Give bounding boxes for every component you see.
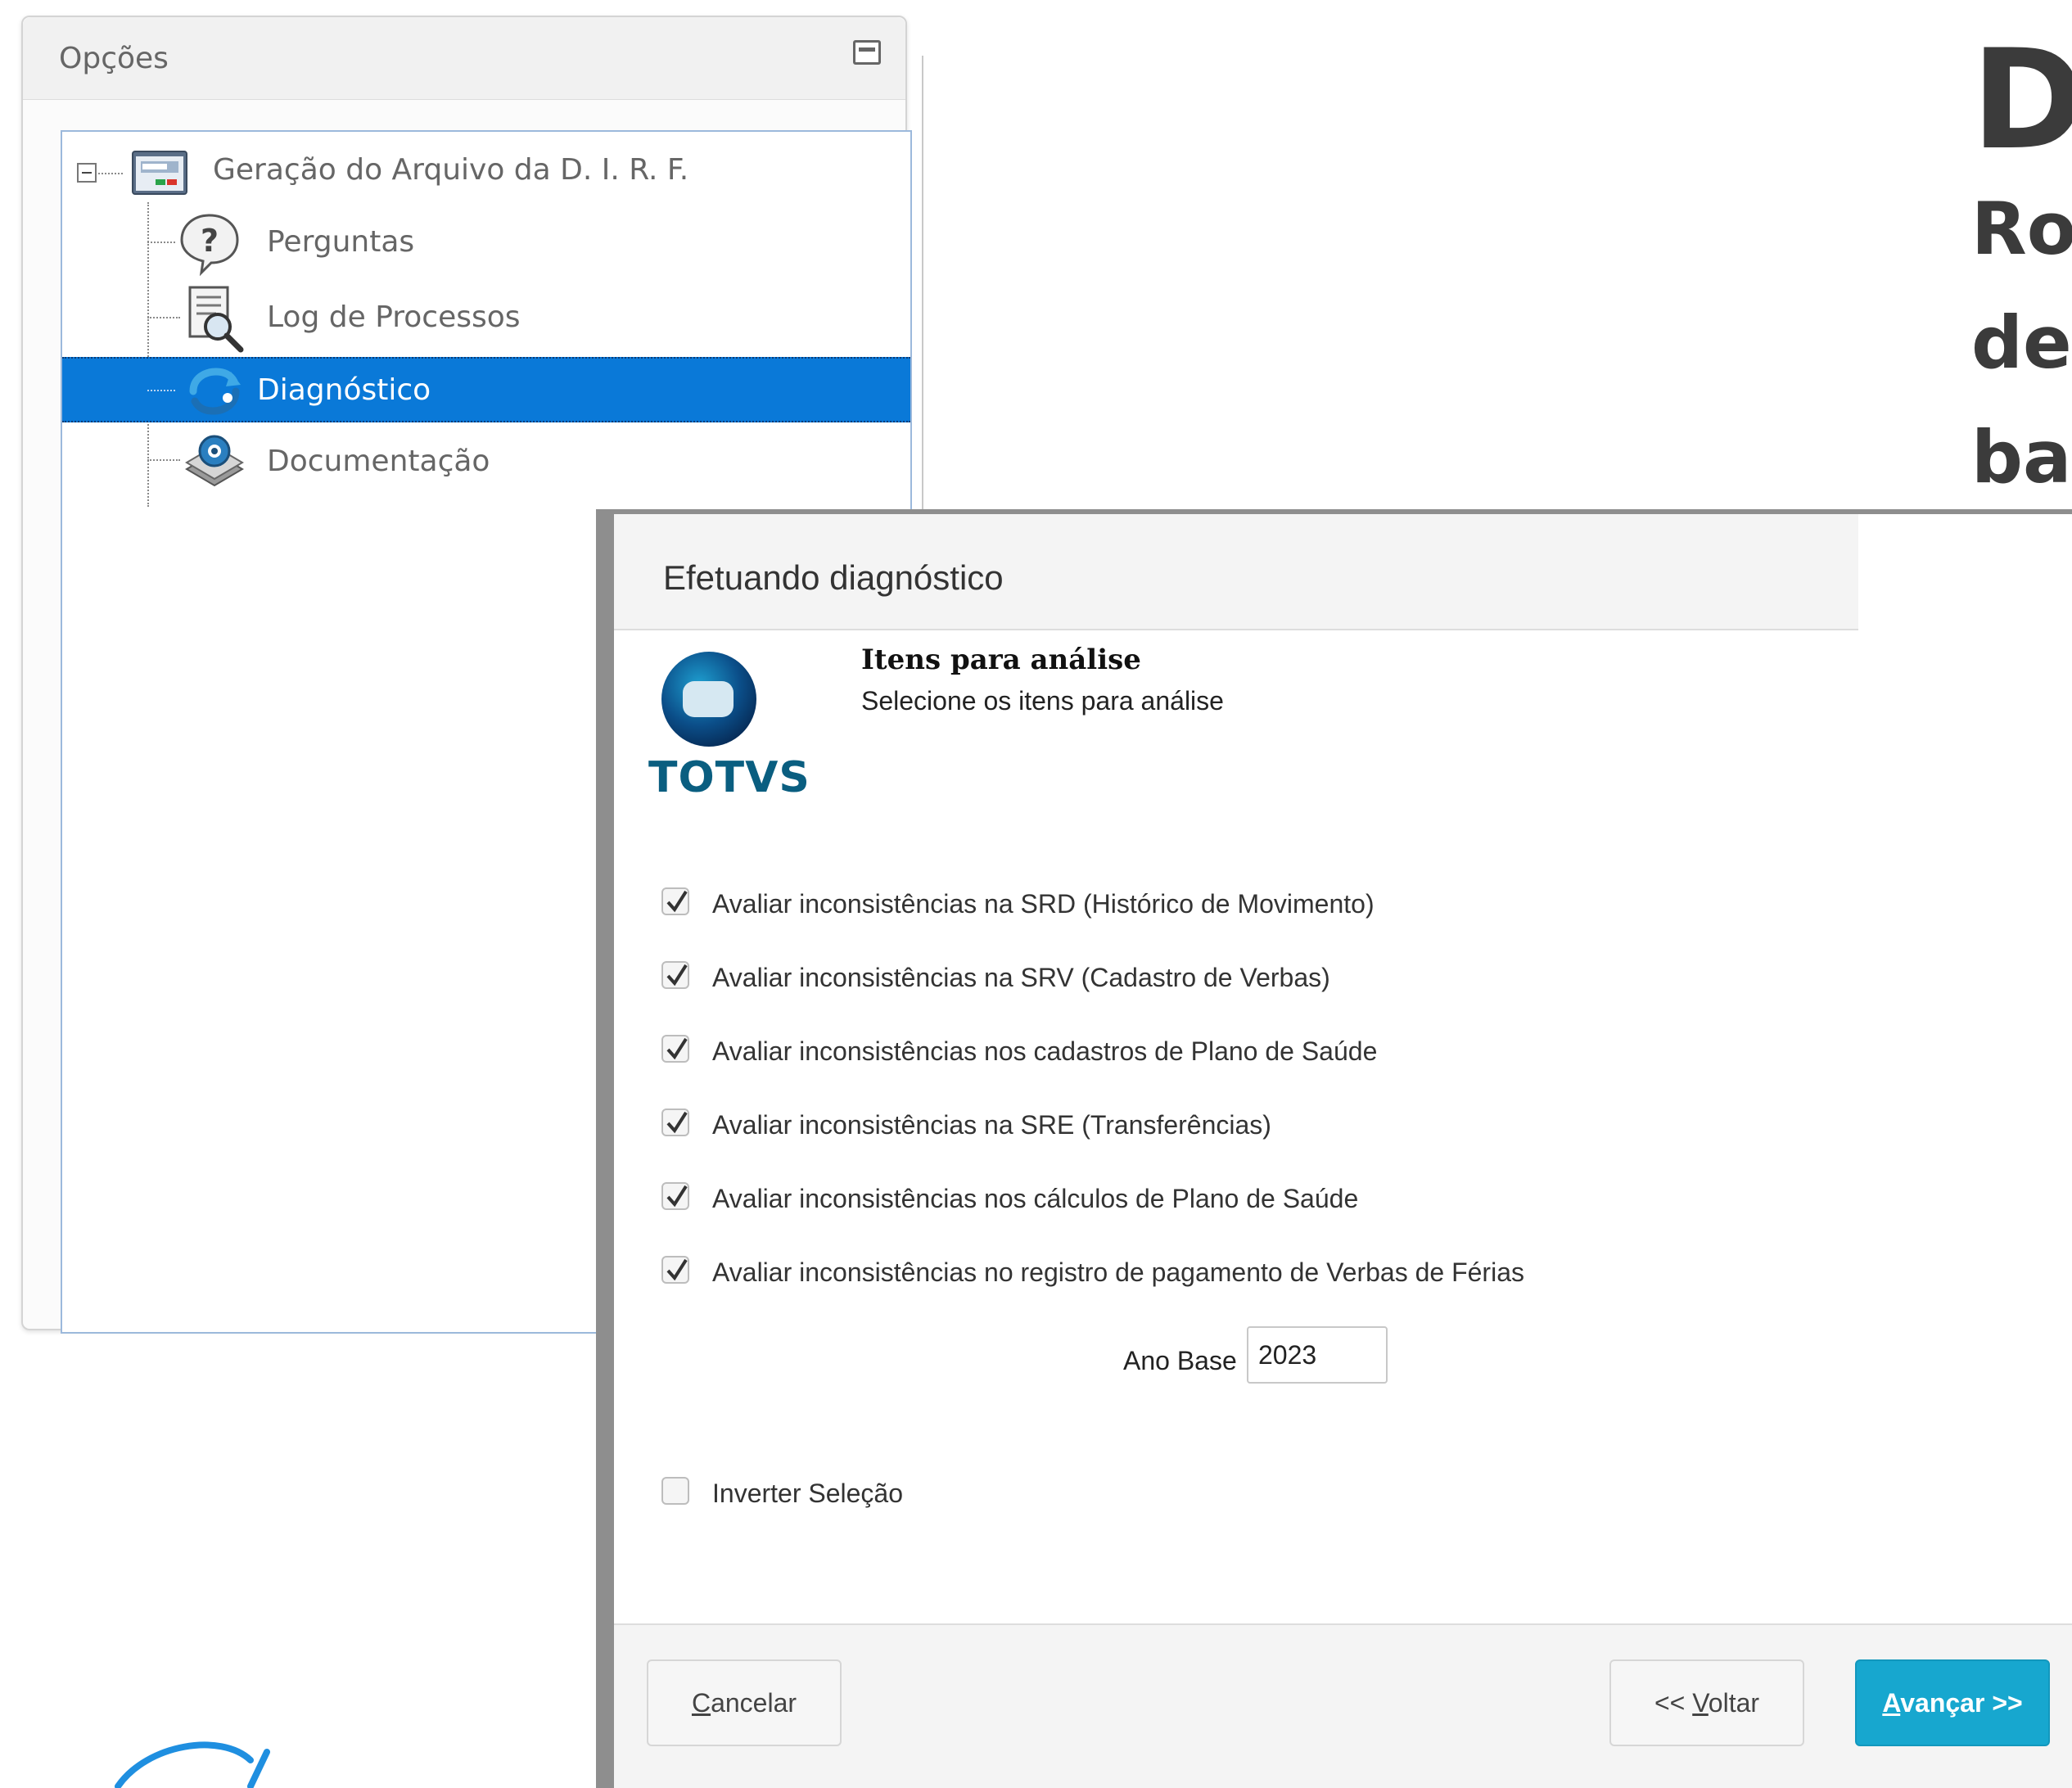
minimize-icon[interactable] (853, 40, 881, 65)
tree-connector (147, 459, 180, 461)
checkbox-label: Avaliar inconsistências nos cálculos de … (712, 1184, 1359, 1213)
checkmark-icon (666, 1111, 688, 1134)
options-title: Opções (59, 42, 169, 75)
diagnostic-icon (189, 368, 241, 415)
dialog-footer: Cancelar << Voltar Avançar >> (614, 1623, 2072, 1788)
slide-text-line: de (1971, 300, 2072, 385)
tree-item-label: Log de Processos (267, 300, 521, 334)
svg-text:?: ? (201, 223, 219, 259)
checkbox-label: Avaliar inconsistências no registro de p… (712, 1257, 1524, 1287)
checkbox[interactable] (661, 1182, 689, 1210)
tree-connector (147, 390, 175, 391)
checkbox-label: Avaliar inconsistências nos cadastros de… (712, 1036, 1378, 1066)
tree-connector (98, 173, 123, 174)
checkmark-icon (666, 1258, 688, 1281)
ano-base-label: Ano Base (1123, 1346, 1237, 1375)
tree-connector (147, 317, 180, 318)
slide-text-line: ba (1971, 415, 2072, 499)
checkmark-icon (666, 1037, 688, 1060)
back-label: oltar (1708, 1688, 1760, 1718)
tree-item-label: Perguntas (267, 225, 415, 259)
dialog-title: Efetuando diagnóstico (663, 558, 1004, 597)
cancel-mnemonic: C (691, 1688, 711, 1718)
decorative-arc-icon (115, 1741, 270, 1788)
checkbox-label: Avaliar inconsistências na SRE (Transfer… (712, 1110, 1271, 1140)
tree-item-perguntas[interactable]: ? Perguntas (62, 207, 910, 276)
checkbox[interactable] (661, 1108, 689, 1136)
collapse-icon[interactable] (77, 163, 97, 183)
tree-root[interactable]: Geração do Arquivo da D. I. R. F. (62, 135, 910, 204)
invert-selection-checkbox[interactable] (661, 1477, 689, 1505)
cancel-label: ancelar (711, 1688, 797, 1718)
tree-root-label: Geração do Arquivo da D. I. R. F. (213, 153, 689, 187)
log-magnifier-icon (188, 286, 244, 353)
checkbox[interactable] (661, 961, 689, 989)
dialog-header: Efetuando diagnóstico (614, 514, 1858, 630)
checkbox[interactable] (661, 887, 689, 915)
ano-base-input[interactable] (1247, 1326, 1388, 1384)
diagnostic-dialog: Efetuando diagnóstico TOTVS Itens para a… (596, 509, 2072, 1788)
next-mnemonic: A (1882, 1688, 1901, 1718)
question-icon: ? (180, 214, 239, 276)
options-header: Opções (23, 17, 905, 100)
invert-selection-label: Inverter Seleção (712, 1479, 904, 1508)
tree-item-label: Diagnóstico (257, 373, 431, 407)
checkbox-label: Avaliar inconsistências na SRD (Históric… (712, 889, 1375, 919)
documentation-icon (185, 435, 244, 487)
section-title: Itens para análise (861, 643, 1141, 676)
cancel-button[interactable]: Cancelar (647, 1659, 842, 1746)
window-app-icon (132, 151, 187, 195)
back-button[interactable]: << Voltar (1609, 1659, 1804, 1746)
tree-connector (147, 242, 175, 243)
next-button[interactable]: Avançar >> (1855, 1659, 2050, 1746)
tree-item-log-de-processos[interactable]: Log de Processos (62, 282, 910, 353)
checkmark-icon (666, 964, 688, 987)
totvs-logo-icon (661, 652, 756, 747)
totvs-logo-text: TOTVS (648, 753, 810, 802)
tree-item-label: Documentação (267, 445, 490, 478)
back-mnemonic: V (1692, 1688, 1709, 1718)
checkmark-icon (666, 890, 688, 913)
next-label: vançar >> (1900, 1688, 2023, 1718)
back-prefix: << (1654, 1688, 1693, 1718)
tree-item-diagnostico[interactable]: Diagnóstico (62, 357, 910, 422)
checkbox[interactable] (661, 1035, 689, 1063)
section-subtitle: Selecione os itens para análise (861, 686, 1224, 716)
slide-text-line: Ro (1971, 187, 2072, 271)
checkbox[interactable] (661, 1256, 689, 1284)
tree-item-documentacao[interactable]: Documentação (62, 427, 910, 495)
slide-title: D (1971, 20, 2072, 180)
checkbox-label: Avaliar inconsistências na SRV (Cadastro… (712, 963, 1330, 992)
checkmark-icon (666, 1185, 688, 1208)
